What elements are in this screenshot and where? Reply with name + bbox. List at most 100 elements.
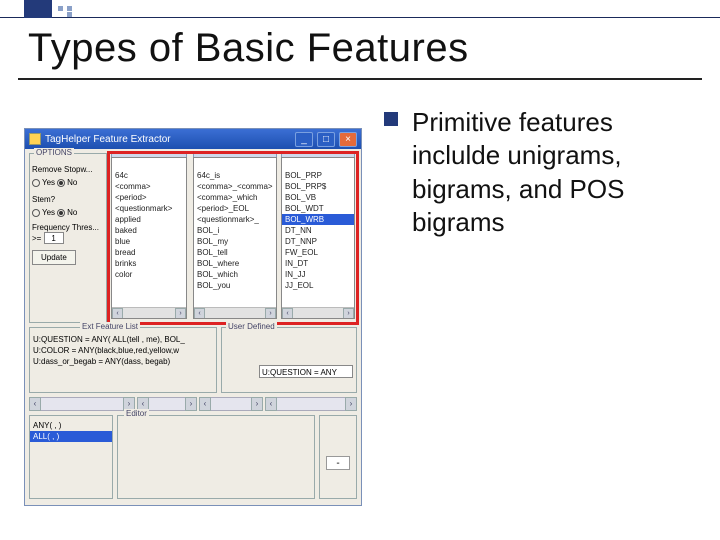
scroll-left-icon[interactable]: ‹ — [194, 308, 205, 319]
stem-yes-radio[interactable] — [32, 209, 40, 217]
listbox-hscroll[interactable]: ‹ › — [194, 307, 276, 318]
posbigram-listbox[interactable]: BOL_PRPBOL_PRP$BOL_VBBOL_WDTBOL_WRBDT_NN… — [281, 157, 355, 319]
title-underline — [18, 78, 702, 80]
ext-feature-line: U:dass_or_begab = ANY(dass, begab) — [30, 356, 216, 367]
stem-label: Stem? — [32, 195, 104, 204]
slide-accent-block — [24, 0, 52, 18]
list-item[interactable]: BOL_PRP$ — [282, 181, 354, 192]
scroll-right-icon[interactable]: › — [343, 308, 354, 319]
unigram-listbox[interactable]: 64c<comma><period><questionmark>appliedb… — [111, 157, 187, 319]
combiner-listbox[interactable]: ANY( , )ALL( , ) — [29, 415, 113, 499]
options-legend: OPTIONS — [34, 148, 74, 157]
options-panel: OPTIONS Remove Stopw... Yes No Stem? Yes… — [29, 153, 107, 323]
list-item[interactable]: JJ_EOL — [282, 280, 354, 291]
bullet-item: Primitive features inclulde unigrams, bi… — [384, 106, 680, 239]
list-item[interactable]: ANY( , ) — [30, 420, 112, 431]
editor-panel[interactable]: Editor — [117, 415, 315, 499]
list-item[interactable]: BOL_WDT — [282, 203, 354, 214]
scroll-right-icon[interactable]: › — [185, 397, 197, 411]
remove-button[interactable]: - — [326, 456, 350, 470]
scroll-left-icon[interactable]: ‹ — [199, 397, 211, 411]
remove-stopwords-label: Remove Stopw... — [32, 165, 104, 174]
list-item[interactable]: color — [112, 269, 186, 280]
taghelper-window: TagHelper Feature Extractor _ □ × OPTION… — [24, 128, 362, 506]
slide-accent-dot — [58, 6, 63, 11]
list-item[interactable]: BOL_where — [194, 258, 276, 269]
list-item[interactable]: <period> — [112, 192, 186, 203]
scroll-right-icon[interactable]: › — [175, 308, 186, 319]
list-item[interactable]: BOL_tell — [194, 247, 276, 258]
list-item[interactable]: BOL_PRP — [282, 170, 354, 181]
scroll-right-icon[interactable]: › — [265, 308, 276, 319]
slide-title: Types of Basic Features — [28, 26, 469, 71]
list-item[interactable]: ALL( , ) — [30, 431, 112, 442]
list-item[interactable]: <comma> — [112, 181, 186, 192]
list-item[interactable]: BOL_WRB — [282, 214, 354, 225]
list-item[interactable]: <comma>_<comma> — [194, 181, 276, 192]
radio-label-yes: Yes — [42, 208, 55, 217]
user-defined-input[interactable]: U:QUESTION = ANY — [259, 365, 353, 378]
list-item[interactable]: baked — [112, 225, 186, 236]
middle-scroll-region: ‹ › ‹ › ‹ › ‹ › — [29, 397, 357, 411]
slide-top-border — [0, 0, 720, 18]
window-titlebar[interactable]: TagHelper Feature Extractor _ □ × — [25, 129, 361, 149]
list-item[interactable]: blue — [112, 236, 186, 247]
radio-label-no: No — [67, 208, 77, 217]
ext-feature-line: U:COLOR = ANY(black,blue,red,yellow,w — [30, 345, 216, 356]
scroll-left-icon[interactable]: ‹ — [265, 397, 277, 411]
slide-accent-dot — [67, 12, 72, 17]
list-item[interactable]: BOL_VB — [282, 192, 354, 203]
list-item[interactable]: IN_DT — [282, 258, 354, 269]
list-item[interactable]: brinks — [112, 258, 186, 269]
list-item[interactable]: <questionmark>_ — [194, 214, 276, 225]
window-title: TagHelper Feature Extractor — [45, 134, 291, 145]
listbox-hscroll[interactable]: ‹ › — [282, 307, 354, 318]
bigram-listbox[interactable]: 64c_is<comma>_<comma><comma>_which<perio… — [193, 157, 277, 319]
list-item[interactable]: applied — [112, 214, 186, 225]
scroll-left-icon[interactable]: ‹ — [112, 308, 123, 319]
slide-accent-dot — [67, 6, 72, 11]
remove-stop-yes-radio[interactable] — [32, 179, 40, 187]
list-item[interactable]: <comma>_which — [194, 192, 276, 203]
bullet-icon — [384, 112, 398, 126]
close-button[interactable]: × — [339, 132, 357, 147]
list-item[interactable]: DT_NNP — [282, 236, 354, 247]
scroll-right-icon[interactable]: › — [345, 397, 357, 411]
list-item[interactable]: FW_EOL — [282, 247, 354, 258]
list-item[interactable]: 64c_is — [194, 170, 276, 181]
radio-label-no: No — [67, 178, 77, 187]
scroll-track[interactable] — [29, 397, 135, 411]
freq-threshold-label: Frequency Thres... — [32, 223, 99, 232]
maximize-button[interactable]: □ — [317, 132, 335, 147]
stem-no-radio[interactable] — [57, 209, 65, 217]
editor-legend: Editor — [124, 409, 149, 418]
list-item[interactable]: 64c — [112, 170, 186, 181]
update-button[interactable]: Update — [32, 250, 76, 265]
list-item[interactable]: IN_JJ — [282, 269, 354, 280]
list-item[interactable]: <period>_EOL — [194, 203, 276, 214]
list-item[interactable]: BOL_which — [194, 269, 276, 280]
list-item[interactable]: BOL_i — [194, 225, 276, 236]
bullet-text: Primitive features inclulde unigrams, bi… — [412, 106, 680, 239]
app-icon — [29, 133, 41, 145]
radio-label-yes: Yes — [42, 178, 55, 187]
right-tail-panel: - — [319, 415, 357, 499]
freq-op: >= — [32, 234, 41, 243]
list-item[interactable]: bread — [112, 247, 186, 258]
ext-feature-panel: Ext Feature List U:QUESTION = ANY( ALL(t… — [29, 327, 217, 393]
user-defined-legend: User Defined — [226, 322, 277, 331]
list-item[interactable]: DT_NN — [282, 225, 354, 236]
listbox-hscroll[interactable]: ‹ › — [112, 307, 186, 318]
scroll-right-icon[interactable]: › — [251, 397, 263, 411]
list-item[interactable]: <questionmark> — [112, 203, 186, 214]
minimize-button[interactable]: _ — [295, 132, 313, 147]
scroll-track[interactable] — [265, 397, 357, 411]
scroll-left-icon[interactable]: ‹ — [282, 308, 293, 319]
remove-stop-no-radio[interactable] — [57, 179, 65, 187]
list-item[interactable]: BOL_you — [194, 280, 276, 291]
list-item[interactable]: BOL_my — [194, 236, 276, 247]
ext-feature-legend: Ext Feature List — [80, 322, 140, 331]
user-defined-panel: User Defined U:QUESTION = ANY — [221, 327, 357, 393]
scroll-left-icon[interactable]: ‹ — [29, 397, 41, 411]
freq-value-input[interactable]: 1 — [44, 232, 64, 244]
